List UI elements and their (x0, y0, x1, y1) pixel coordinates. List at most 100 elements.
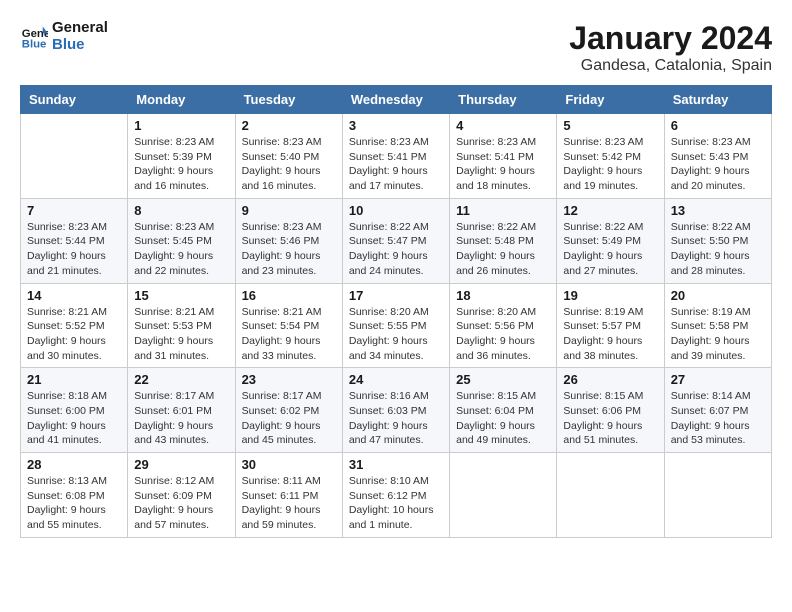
calendar-cell: 17 Sunrise: 8:20 AMSunset: 5:55 PMDayligh… (342, 283, 449, 368)
day-info: Sunrise: 8:13 AMSunset: 6:08 PMDaylight:… (27, 474, 121, 533)
day-info: Sunrise: 8:14 AMSunset: 6:07 PMDaylight:… (671, 389, 765, 448)
calendar-cell: 22 Sunrise: 8:17 AMSunset: 6:01 PMDayligh… (128, 368, 235, 453)
calendar-cell: 18 Sunrise: 8:20 AMSunset: 5:56 PMDayligh… (450, 283, 557, 368)
day-info: Sunrise: 8:22 AMSunset: 5:49 PMDaylight:… (563, 220, 657, 279)
day-number: 5 (563, 118, 657, 133)
calendar-cell: 15 Sunrise: 8:21 AMSunset: 5:53 PMDayligh… (128, 283, 235, 368)
day-number: 4 (456, 118, 550, 133)
calendar-cell: 8 Sunrise: 8:23 AMSunset: 5:45 PMDaylight… (128, 198, 235, 283)
calendar-week-row: 7 Sunrise: 8:23 AMSunset: 5:44 PMDaylight… (21, 198, 772, 283)
calendar-weekday-header: Sunday (21, 86, 128, 114)
day-number: 24 (349, 372, 443, 387)
calendar-weekday-header: Saturday (664, 86, 771, 114)
day-number: 31 (349, 457, 443, 472)
day-info: Sunrise: 8:23 AMSunset: 5:40 PMDaylight:… (242, 135, 336, 194)
day-info: Sunrise: 8:20 AMSunset: 5:55 PMDaylight:… (349, 305, 443, 364)
svg-text:Blue: Blue (22, 38, 47, 50)
calendar-weekday-header: Friday (557, 86, 664, 114)
calendar-cell: 10Sunrise: 8:22 AMSunset: 5:47 PMDayligh… (342, 198, 449, 283)
title-area: January 2024 Gandesa, Catalonia, Spain (569, 20, 772, 75)
calendar-cell: 23Sunrise: 8:17 AMSunset: 6:02 PMDayligh… (235, 368, 342, 453)
calendar-week-row: 1Sunrise: 8:23 AMSunset: 5:39 PMDaylight… (21, 114, 772, 199)
calendar-cell: 19Sunrise: 8:19 AMSunset: 5:57 PMDayligh… (557, 283, 664, 368)
calendar-cell: 12 Sunrise: 8:22 AMSunset: 5:49 PMDayligh… (557, 198, 664, 283)
day-number: 28 (27, 457, 121, 472)
day-info: Sunrise: 8:21 AMSunset: 5:53 PMDaylight:… (134, 305, 228, 364)
calendar-weekday-header: Wednesday (342, 86, 449, 114)
calendar-cell: 31 Sunrise: 8:10 AMSunset: 6:12 PMDayligh… (342, 453, 449, 538)
calendar-cell: 3Sunrise: 8:23 AMSunset: 5:41 PMDaylight… (342, 114, 449, 199)
day-number: 22 (134, 372, 228, 387)
calendar-cell: 4 Sunrise: 8:23 AMSunset: 5:41 PMDaylight… (450, 114, 557, 199)
header: General Blue General Blue January 2024 G… (20, 20, 772, 75)
calendar-week-row: 21 Sunrise: 8:18 AMSunset: 6:00 PMDayligh… (21, 368, 772, 453)
calendar-cell (557, 453, 664, 538)
calendar-cell: 11 Sunrise: 8:22 AMSunset: 5:48 PMDayligh… (450, 198, 557, 283)
day-number: 9 (242, 203, 336, 218)
calendar-week-row: 14Sunrise: 8:21 AMSunset: 5:52 PMDayligh… (21, 283, 772, 368)
logo: General Blue General Blue (20, 20, 108, 53)
day-info: Sunrise: 8:23 AMSunset: 5:42 PMDaylight:… (563, 135, 657, 194)
calendar-cell: 25 Sunrise: 8:15 AMSunset: 6:04 PMDayligh… (450, 368, 557, 453)
day-number: 12 (563, 203, 657, 218)
calendar-cell (450, 453, 557, 538)
day-number: 29 (134, 457, 228, 472)
day-number: 15 (134, 288, 228, 303)
day-info: Sunrise: 8:23 AMSunset: 5:45 PMDaylight:… (134, 220, 228, 279)
calendar-cell: 1Sunrise: 8:23 AMSunset: 5:39 PMDaylight… (128, 114, 235, 199)
day-info: Sunrise: 8:23 AMSunset: 5:46 PMDaylight:… (242, 220, 336, 279)
day-info: Sunrise: 8:23 AMSunset: 5:41 PMDaylight:… (349, 135, 443, 194)
calendar-cell: 26Sunrise: 8:15 AMSunset: 6:06 PMDayligh… (557, 368, 664, 453)
day-number: 21 (27, 372, 121, 387)
day-info: Sunrise: 8:23 AMSunset: 5:41 PMDaylight:… (456, 135, 550, 194)
day-number: 27 (671, 372, 765, 387)
day-number: 13 (671, 203, 765, 218)
day-info: Sunrise: 8:23 AMSunset: 5:43 PMDaylight:… (671, 135, 765, 194)
day-number: 25 (456, 372, 550, 387)
calendar-cell: 30 Sunrise: 8:11 AMSunset: 6:11 PMDayligh… (235, 453, 342, 538)
day-info: Sunrise: 8:18 AMSunset: 6:00 PMDaylight:… (27, 389, 121, 448)
day-number: 17 (349, 288, 443, 303)
calendar-cell: 27 Sunrise: 8:14 AMSunset: 6:07 PMDayligh… (664, 368, 771, 453)
day-number: 8 (134, 203, 228, 218)
calendar-cell (664, 453, 771, 538)
calendar-cell: 20 Sunrise: 8:19 AMSunset: 5:58 PMDayligh… (664, 283, 771, 368)
day-number: 11 (456, 203, 550, 218)
calendar-weekday-header: Thursday (450, 86, 557, 114)
calendar-body: 1Sunrise: 8:23 AMSunset: 5:39 PMDaylight… (21, 114, 772, 538)
day-info: Sunrise: 8:23 AMSunset: 5:44 PMDaylight:… (27, 220, 121, 279)
day-info: Sunrise: 8:19 AMSunset: 5:58 PMDaylight:… (671, 305, 765, 364)
logo-icon: General Blue (20, 23, 48, 51)
day-info: Sunrise: 8:21 AMSunset: 5:54 PMDaylight:… (242, 305, 336, 364)
day-number: 6 (671, 118, 765, 133)
day-info: Sunrise: 8:10 AMSunset: 6:12 PMDaylight:… (349, 474, 443, 533)
logo-blue: Blue (52, 36, 85, 53)
day-number: 14 (27, 288, 121, 303)
calendar-cell (21, 114, 128, 199)
day-number: 18 (456, 288, 550, 303)
day-number: 7 (27, 203, 121, 218)
day-info: Sunrise: 8:22 AMSunset: 5:50 PMDaylight:… (671, 220, 765, 279)
day-info: Sunrise: 8:12 AMSunset: 6:09 PMDaylight:… (134, 474, 228, 533)
calendar-cell: 14Sunrise: 8:21 AMSunset: 5:52 PMDayligh… (21, 283, 128, 368)
logo-general: General (52, 19, 108, 36)
calendar-cell: 16 Sunrise: 8:21 AMSunset: 5:54 PMDayligh… (235, 283, 342, 368)
calendar-cell: 21 Sunrise: 8:18 AMSunset: 6:00 PMDayligh… (21, 368, 128, 453)
day-number: 30 (242, 457, 336, 472)
calendar-header-row: SundayMondayTuesdayWednesdayThursdayFrid… (21, 86, 772, 114)
day-number: 2 (242, 118, 336, 133)
calendar-cell: 24Sunrise: 8:16 AMSunset: 6:03 PMDayligh… (342, 368, 449, 453)
day-info: Sunrise: 8:17 AMSunset: 6:01 PMDaylight:… (134, 389, 228, 448)
day-info: Sunrise: 8:22 AMSunset: 5:47 PMDaylight:… (349, 220, 443, 279)
day-info: Sunrise: 8:15 AMSunset: 6:04 PMDaylight:… (456, 389, 550, 448)
day-info: Sunrise: 8:20 AMSunset: 5:56 PMDaylight:… (456, 305, 550, 364)
day-number: 16 (242, 288, 336, 303)
day-number: 23 (242, 372, 336, 387)
day-info: Sunrise: 8:11 AMSunset: 6:11 PMDaylight:… (242, 474, 336, 533)
day-info: Sunrise: 8:15 AMSunset: 6:06 PMDaylight:… (563, 389, 657, 448)
calendar-cell: 29 Sunrise: 8:12 AMSunset: 6:09 PMDayligh… (128, 453, 235, 538)
day-number: 1 (134, 118, 228, 133)
day-number: 20 (671, 288, 765, 303)
day-info: Sunrise: 8:22 AMSunset: 5:48 PMDaylight:… (456, 220, 550, 279)
calendar-weekday-header: Tuesday (235, 86, 342, 114)
